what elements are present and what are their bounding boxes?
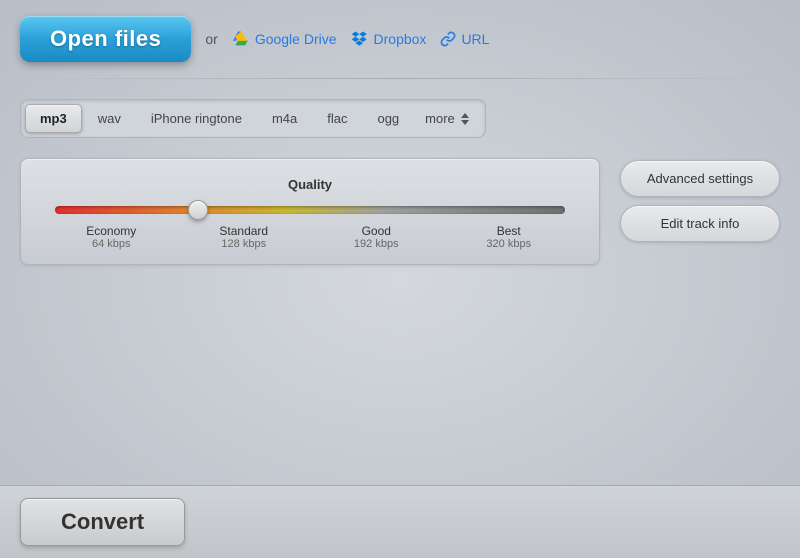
- mark-best-name: Best: [443, 224, 576, 238]
- more-label: more: [425, 111, 455, 126]
- settings-panel: Quality Economy 64 kbps Standard 128 kbp…: [20, 158, 780, 265]
- mark-economy: Economy 64 kbps: [45, 224, 178, 250]
- google-drive-label: Google Drive: [255, 31, 337, 47]
- mark-standard-kbps: 128 kbps: [178, 238, 311, 250]
- format-tabs: mp3 wav iPhone ringtone m4a flac ogg mor…: [20, 99, 486, 138]
- open-files-button[interactable]: Open files: [20, 16, 191, 62]
- advanced-settings-button[interactable]: Advanced settings: [620, 160, 780, 197]
- google-drive-icon: [232, 30, 250, 48]
- url-link[interactable]: URL: [440, 31, 489, 47]
- chevron-up-down-icon: [459, 111, 471, 127]
- edit-track-info-button[interactable]: Edit track info: [620, 205, 780, 242]
- slider-container: [55, 206, 565, 214]
- mark-standard-name: Standard: [178, 224, 311, 238]
- main-content: mp3 wav iPhone ringtone m4a flac ogg mor…: [0, 79, 800, 285]
- mark-good-name: Good: [310, 224, 443, 238]
- top-bar: Open files or Google Drive Dropbox URL: [0, 0, 800, 78]
- tab-ogg[interactable]: ogg: [363, 105, 413, 132]
- slider-marks: Economy 64 kbps Standard 128 kbps Good 1…: [45, 224, 575, 250]
- dropbox-icon: [351, 30, 369, 48]
- quality-slider-track[interactable]: [55, 206, 565, 214]
- link-icon: [440, 31, 456, 47]
- url-label: URL: [461, 31, 489, 47]
- quality-box: Quality Economy 64 kbps Standard 128 kbp…: [20, 158, 600, 265]
- quality-slider-thumb[interactable]: [188, 200, 208, 220]
- convert-button[interactable]: Convert: [20, 498, 185, 546]
- tab-more[interactable]: more: [415, 106, 481, 132]
- mark-best-kbps: 320 kbps: [443, 238, 576, 250]
- tab-iphone-ringtone[interactable]: iPhone ringtone: [137, 105, 256, 132]
- right-buttons: Advanced settings Edit track info: [620, 158, 780, 265]
- mark-economy-kbps: 64 kbps: [45, 238, 178, 250]
- google-drive-link[interactable]: Google Drive: [232, 30, 337, 48]
- or-label: or: [205, 31, 217, 47]
- mark-economy-name: Economy: [45, 224, 178, 238]
- mark-good-kbps: 192 kbps: [310, 238, 443, 250]
- quality-title: Quality: [45, 177, 575, 192]
- bottom-bar: Convert: [0, 485, 800, 558]
- dropbox-link[interactable]: Dropbox: [351, 30, 427, 48]
- mark-good: Good 192 kbps: [310, 224, 443, 250]
- tab-wav[interactable]: wav: [84, 105, 135, 132]
- tab-flac[interactable]: flac: [313, 105, 361, 132]
- mark-best: Best 320 kbps: [443, 224, 576, 250]
- tab-mp3[interactable]: mp3: [25, 104, 82, 133]
- dropbox-label: Dropbox: [374, 31, 427, 47]
- mark-standard: Standard 128 kbps: [178, 224, 311, 250]
- tab-m4a[interactable]: m4a: [258, 105, 311, 132]
